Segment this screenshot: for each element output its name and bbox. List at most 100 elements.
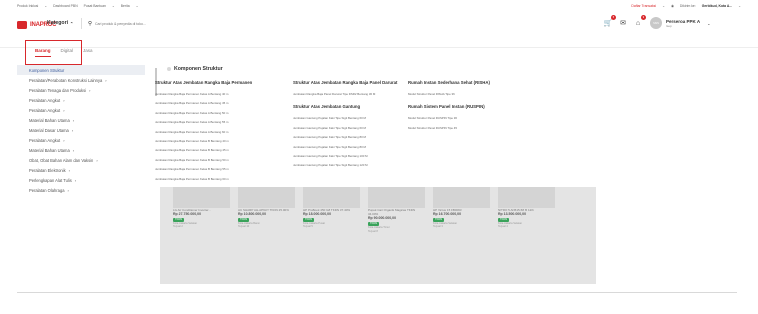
subcategory-item[interactable]: Jembatan Rangka Baja Permanen Kelas B Be…	[155, 158, 295, 167]
category-item[interactable]: Peralatan Angkut ›	[17, 105, 145, 115]
product-thumbnail	[303, 186, 360, 208]
sold-count: Terjual 3	[433, 225, 443, 229]
category-item[interactable]: Komponen Struktur	[17, 65, 145, 75]
kategori-label: Kategori	[47, 20, 69, 26]
category-list: Komponen Struktur Peralatan/Perabotan Kon…	[17, 65, 145, 195]
product-thumbnail	[238, 186, 295, 208]
group-heading[interactable]: Rumah Instan Sederhana Sehat (RISHA)	[408, 80, 548, 85]
mail-icon[interactable]: ✉	[619, 19, 627, 27]
subcategory-item[interactable]: Jembatan Rangka Baja Permanen Kelas B Be…	[155, 148, 295, 157]
chevron-down-icon: ⌄	[44, 4, 48, 8]
sold-count: Terjual 5	[303, 225, 313, 229]
daftar-transaksi-link[interactable]: Daftar Transaksi	[631, 4, 656, 8]
subcategory-item[interactable]: Modul Struktur Panel RUSPIN Tipe 45	[408, 126, 548, 135]
tab-barang[interactable]: Barang	[35, 48, 51, 57]
topbar-link-berita[interactable]: Berita	[121, 4, 130, 8]
search-icon: ⚲	[88, 20, 93, 27]
chevron-right-icon: ›	[72, 117, 75, 123]
subcategory-item[interactable]: Jembatan Rangka Baja Permanen Kelas B Be…	[155, 167, 295, 176]
location-pin-icon: ◉	[670, 4, 674, 8]
chevron-down-icon: ⌄	[662, 4, 665, 8]
topbar-link-pusat-bantuan[interactable]: Pusat Bantuan	[84, 4, 106, 8]
category-item-label: Material Dasar Utama	[29, 127, 69, 133]
subcategory-item[interactable]: Jembatan Rangka Baja Permanen Kelas A Be…	[155, 101, 295, 110]
subcategory-item[interactable]: Jembatan Gantung Pejalan Kaki Tipe Sigit…	[293, 135, 433, 144]
avatar: SSIN	[650, 17, 662, 29]
chevron-right-icon: ›	[71, 127, 74, 133]
chevron-down-icon: ⌄	[111, 4, 115, 8]
subcategory-item[interactable]: Jembatan Rangka Baja Permanen Kelas A Be…	[155, 111, 295, 120]
product-thumbnail	[368, 186, 425, 208]
category-dot-icon	[167, 67, 171, 71]
user-name: Perseroa PPK A	[666, 18, 701, 24]
tab-digital[interactable]: Digital	[61, 48, 74, 57]
topbar-link-produk-inklusi[interactable]: Produk Inklusi	[17, 4, 38, 8]
subcategory-item[interactable]: Jembatan Rangka Baja Permanen Kelas A Be…	[155, 120, 295, 129]
top-utility-bar: Produk Inklusi ⌄ Dashboard PBN Pusat Ban…	[0, 0, 758, 12]
shipping-label: Dikirim ke:	[679, 4, 696, 8]
group-heading[interactable]: Rumah Sistem Panel Instan (RUSPIN)	[408, 104, 548, 109]
category-mega-menu: Komponen Struktur Peralatan/Perabotan Kon…	[17, 65, 629, 193]
search-bar[interactable]: ⚲	[81, 18, 581, 29]
subcategory-item[interactable]: Jembatan Gantung Pejalan Kaki Tipe Sigit…	[293, 163, 433, 172]
product-card: AC SHARP AH-AP9UY TKDN 25.00% Rp 10.800.0…	[238, 208, 295, 233]
product-title: Pupuk Cair Organik Magicas TKDN 34.00%	[368, 208, 416, 217]
category-item[interactable]: Peralatan Elektronik ›	[17, 165, 145, 175]
category-item[interactable]: Peralatan/Perabotan Konstruksi Lainnya ›	[17, 75, 145, 85]
notif-badge: 9	[641, 15, 646, 20]
subcategory-item[interactable]: Jembatan Rangka Baja Permanen Kelas B Be…	[155, 177, 295, 186]
shipping-location[interactable]: Gerbikud, Kota A...	[702, 4, 732, 8]
category-item-label: Perlengkapan Alat Tulis	[29, 177, 72, 183]
category-item-label: Obat, Obat Bahan Alam dan Vaksin	[29, 157, 94, 163]
category-item-label: Material Bahan Utama	[29, 147, 70, 153]
sold-count: Terjual 4	[498, 225, 508, 229]
category-item[interactable]: Peralatan Angkut ›	[17, 95, 145, 105]
chevron-down-icon: ⌄	[135, 4, 139, 8]
chevron-down-icon: ⌄	[707, 20, 711, 26]
category-item-label: Peralatan Angkut	[29, 107, 61, 113]
category-item-label: Peralatan Angkut	[29, 97, 61, 103]
subcategory-column: Rumah Instan Sederhana Sehat (RISHA) Mod…	[408, 80, 548, 135]
category-item[interactable]: Peralatan Olahraga ›	[17, 185, 145, 195]
chevron-down-icon: ⌄	[738, 4, 741, 8]
category-item[interactable]: Material Bahan Utama ›	[17, 115, 145, 125]
divider	[17, 292, 737, 293]
category-item[interactable]: Peralatan Angkut ›	[17, 135, 145, 145]
user-sub: Isep	[666, 23, 672, 28]
category-item[interactable]: Material Dasar Utama ›	[17, 125, 145, 135]
product-card: LG Air Conditioner Inverter... Rp 27.750.…	[173, 208, 230, 233]
category-item-label: Peralatan Angkut	[29, 137, 61, 143]
cart-icon[interactable]: 🛒 5	[604, 15, 616, 27]
group-heading[interactable]: Struktur Atas Jembatan Rangka Baja Perma…	[155, 80, 295, 85]
panel-title: Komponen Struktur	[167, 66, 223, 72]
product-card: NITRO 5 AN515-58 i5 12th Rp 13.500.000,00…	[498, 208, 555, 233]
category-tabs: Barang Digital Jasa	[35, 48, 93, 57]
subcategory-item[interactable]: Jembatan Gantung Pejalan Kaki Tipe Sigit…	[293, 154, 433, 163]
sold-count: Terjual 8	[368, 229, 378, 233]
subcategory-item[interactable]: Jembatan Rangka Baja Permanen Kelas A Be…	[155, 130, 295, 139]
category-item-label: Material Bahan Utama	[29, 117, 70, 123]
category-item[interactable]: Perlengkapan Alat Tulis ›	[17, 175, 145, 185]
subcategory-item[interactable]: Jembatan Gantung Pejalan Kaki Tipe Sigit…	[293, 145, 433, 154]
category-item[interactable]: Peralatan Tenaga dan Produksi ›	[17, 85, 145, 95]
user-menu[interactable]: SSIN Perseroa PPK A Isep ⌄	[650, 17, 710, 29]
subcategory-item[interactable]: Modul Struktur Panel RUSPIN Tipe 36	[408, 116, 548, 125]
header-icons: 🛒 5 ✉ ⌂ 9	[604, 15, 646, 27]
tab-jasa[interactable]: Jasa	[83, 48, 93, 57]
bell-icon[interactable]: ⌂ 9	[634, 15, 646, 27]
logo-mark-icon	[17, 21, 27, 29]
chevron-right-icon: ›	[67, 187, 69, 193]
topbar-link-dashboard[interactable]: Dashboard PBN	[53, 4, 78, 8]
subcategory-item[interactable]: Jembatan Rangka Baja Permanen Kelas A Be…	[155, 92, 295, 101]
subcategory-item[interactable]: Jembatan Rangka Baja Permanen Kelas B Be…	[155, 139, 295, 148]
subcategory-item[interactable]: Modul Struktur Panel RISHA Tipe 36	[408, 92, 548, 101]
category-item[interactable]: Material Bahan Utama ›	[17, 145, 145, 155]
chevron-right-icon: ›	[89, 87, 91, 93]
category-item-label: Peralatan Olahraga	[29, 187, 65, 193]
chevron-right-icon: ›	[63, 97, 65, 103]
chevron-right-icon: ›	[72, 147, 75, 153]
search-input[interactable]	[95, 21, 296, 26]
kategori-dropdown[interactable]: Kategori ⌃	[47, 20, 73, 26]
cart-badge: 5	[611, 15, 616, 20]
category-item[interactable]: Obat, Obat Bahan Alam dan Vaksin ›	[17, 155, 145, 165]
